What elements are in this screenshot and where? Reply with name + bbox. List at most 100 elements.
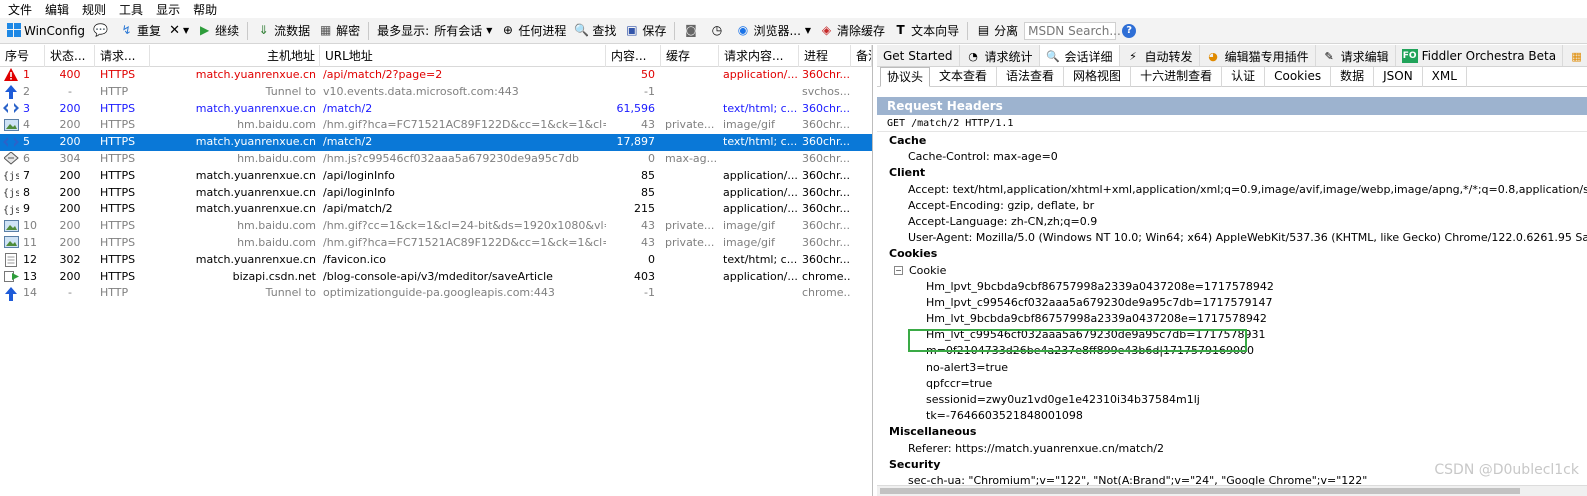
inspector-subtab[interactable]: 网格视图 (1064, 67, 1132, 87)
find-button[interactable]: 🔍 查找 (570, 20, 620, 42)
svg-text:{js}: {js} (3, 188, 19, 199)
session-row[interactable]: 12 302 HTTPS match.yuanrenxue.cn/favicon.ic… (0, 252, 872, 269)
inspector-tab[interactable]: FO Fiddler Orchestra Beta (1396, 45, 1564, 66)
comment-button[interactable]: 💬 (89, 20, 115, 42)
toolbar-separator (967, 21, 969, 40)
session-process: 360chr... (802, 235, 851, 249)
inspector-tab[interactable]: ✎ 请求编辑 (1316, 45, 1396, 66)
inspector-tab[interactable]: ⚡ 自动转发 (1120, 45, 1200, 66)
inspector-subtab[interactable]: 十六进制查看 (1131, 67, 1223, 87)
session-row[interactable]: {js} 8 200 HTTPS match.yuanrenxue.cn/api/log… (0, 185, 872, 202)
column-header-url[interactable]: URL地址 (320, 45, 606, 67)
remove-button[interactable]: ✕ ▼ (165, 20, 193, 42)
session-row[interactable]: 4 200 HTTPS hm.baidu.com/hm.gif?hca=FC71521… (0, 117, 872, 134)
menu-edit[interactable]: 编辑 (41, 1, 78, 18)
inspector-tab-label: 请求统计 (984, 49, 1033, 64)
column-header-status[interactable]: 状态... (45, 45, 95, 67)
msdn-search-input[interactable]: MSDN Search... (1024, 21, 1121, 40)
scrollbar-thumb[interactable] (880, 488, 1520, 494)
inspector-subtab[interactable]: 协议头 (880, 67, 931, 87)
menu-tools[interactable]: 工具 (115, 1, 152, 18)
keep-value: 所有会话 (434, 24, 483, 38)
winconfig-button[interactable]: WinConfig (2, 20, 89, 42)
session-comment (851, 84, 872, 101)
session-row[interactable]: 10 200 HTTPS hm.baidu.com/hm.gif?cc=1&ck=1&… (0, 218, 872, 235)
column-header-num[interactable]: 序号 (0, 45, 45, 67)
inspector-tab[interactable]: ◕ 编辑猫专用插件 (1200, 45, 1316, 66)
session-protocol: HTTPS (100, 135, 136, 149)
inspector-tab-label: 自动转发 (1144, 49, 1193, 64)
menu-rules[interactable]: 规则 (78, 1, 115, 18)
text-wizard-button[interactable]: T 文本向导 (889, 20, 963, 42)
session-row[interactable]: 1 400 HTTPS match.yuanrenxue.cn/api/match/2… (0, 67, 872, 84)
inspector-subtab[interactable]: Cookies (1265, 67, 1332, 87)
session-body-size: 85 (641, 185, 655, 199)
session-body-size: 85 (641, 168, 655, 182)
toolbar-separator (247, 21, 249, 40)
session-content-type: application/... (723, 185, 798, 199)
session-number-text: 2 (23, 84, 30, 98)
session-row[interactable]: 6 304 HTTPS hm.baidu.com/hm.js?c99546cf032a… (0, 151, 872, 168)
screenshot-button[interactable]: ◙ (679, 20, 705, 42)
session-row[interactable]: 11 200 HTTPS hm.baidu.com/hm.gif?hca=FC7152… (0, 235, 872, 252)
inspector-tab[interactable]: ▦Fid (1563, 45, 1587, 66)
save-button[interactable]: ▣ 保存 (620, 20, 670, 42)
text-wizard-icon: T (896, 23, 905, 37)
tearoff-button[interactable]: ▤ 分离 (972, 20, 1022, 42)
stream-label: 流数据 (274, 24, 311, 38)
session-status: 200 (59, 101, 81, 115)
session-host: match.yuanrenxue.cn (195, 185, 316, 199)
column-header-caching[interactable]: 缓存 (661, 45, 719, 67)
decode-button[interactable]: ▦ 解密 (314, 20, 364, 42)
inspector-subtab[interactable]: 文本查看 (930, 67, 998, 87)
column-header-content-type[interactable]: 请求内容... (719, 45, 799, 67)
menu-help[interactable]: 帮助 (189, 1, 226, 18)
menu-view[interactable]: 显示 (152, 1, 189, 18)
session-caching (661, 67, 719, 84)
json-icon: {js} (3, 203, 27, 217)
inspector-tab[interactable]: 🔍 会话详细 (1039, 45, 1120, 66)
menu-file[interactable]: 文件 (4, 1, 41, 18)
session-row[interactable]: 3 200 HTTPS match.yuanrenxue.cn/match/2 61,5… (0, 101, 872, 118)
plugin-icon: ◕ (1208, 49, 1218, 63)
column-header-process[interactable]: 进程 (799, 45, 851, 67)
inspector-subtab[interactable]: 认证 (1222, 67, 1266, 87)
session-process: 360chr... (802, 185, 851, 199)
replay-button[interactable]: ↯ 重复 (115, 20, 165, 42)
session-row[interactable]: 13 200 HTTPS bizapi.csdn.net/blog-console-a… (0, 269, 872, 286)
session-row[interactable]: {js} 9 200 HTTPS match.yuanrenxue.cn/api/mat… (0, 201, 872, 218)
session-content-type: application/... (723, 68, 798, 81)
session-row[interactable]: {js} 7 200 HTTPS match.yuanrenxue.cn/api/log… (0, 168, 872, 185)
inspector-subtab[interactable]: 语法查看 (997, 67, 1065, 87)
session-row[interactable]: 5 200 HTTPS match.yuanrenxue.cn/match/2 17,8… (0, 134, 872, 151)
keep-sessions-dropdown[interactable]: 最多显示: 所有会话 ▼ (373, 20, 496, 42)
any-process-button[interactable]: ⊕ 任何进程 (496, 20, 570, 42)
inspector-subtab[interactable]: JSON (1374, 67, 1423, 87)
clear-cache-button[interactable]: ◈ 清除缓存 (815, 20, 889, 42)
resume-button[interactable]: ▶ 继续 (193, 20, 243, 42)
inspector-tab[interactable]: ◔ 请求统计 (960, 45, 1040, 66)
session-host: hm.baidu.com (237, 235, 316, 249)
session-content-type: text/html; c... (723, 101, 798, 115)
request-line: GET /match/2 HTTP/1.1 (877, 115, 1587, 132)
column-header-host[interactable]: 主机地址 (150, 45, 320, 67)
browse-button[interactable]: ◉ 浏览器... ▼ (731, 20, 815, 42)
inspector-subtab[interactable]: XML (1423, 67, 1467, 87)
help-icon[interactable]: ? (1122, 23, 1137, 38)
column-header-comments[interactable]: 备注 (851, 45, 872, 67)
inspector-tab[interactable]: Get Started (877, 45, 960, 66)
session-row[interactable]: 14 - HTTP Tunnel to optimizationguide-pa.goo… (0, 285, 872, 302)
session-row[interactable]: 2 - HTTP Tunnel to v10.events.data.microsoft… (0, 84, 872, 101)
horizontal-scrollbar[interactable] (877, 485, 1587, 496)
inspect-icon: 🔍 (1046, 49, 1060, 63)
column-header-body[interactable]: 内容... (606, 45, 661, 67)
column-header-protocol[interactable]: 请求... (95, 45, 150, 67)
inspector-subtab[interactable]: 数据 (1331, 67, 1375, 87)
session-body-size: 43 (641, 235, 655, 249)
stream-button[interactable]: ⇓ 流数据 (252, 20, 314, 42)
collapse-icon[interactable]: − (894, 266, 903, 276)
session-host: match.yuanrenxue.cn (195, 68, 316, 81)
session-content-type: image/gif (723, 118, 775, 132)
speech-bubble-icon: 💬 (93, 23, 109, 37)
timer-button[interactable]: ◷ (705, 20, 731, 42)
